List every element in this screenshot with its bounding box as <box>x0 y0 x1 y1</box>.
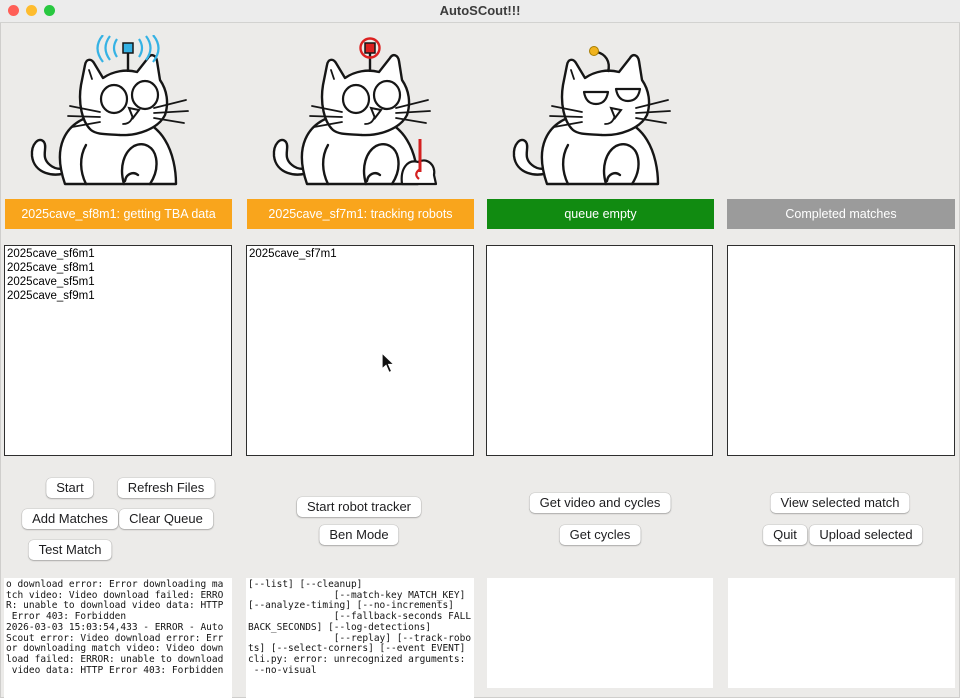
cat-tracker-sprite <box>272 37 438 186</box>
quit-button[interactable]: Quit <box>763 525 807 545</box>
files-listbox[interactable]: 2025cave_sf6m1 2025cave_sf8m1 2025cave_s… <box>4 245 232 456</box>
mouse-cursor <box>381 352 396 374</box>
completed-log[interactable] <box>728 578 955 688</box>
list-item[interactable]: 2025cave_sf5m1 <box>7 275 231 289</box>
tracker-log[interactable]: [--list] [--cleanup] [--match-key MATCH_… <box>246 578 474 698</box>
minimize-button[interactable] <box>26 5 37 16</box>
queue-log[interactable] <box>487 578 713 688</box>
status-bar-completed: Completed matches <box>727 199 955 229</box>
view-selected-match-button[interactable]: View selected match <box>770 493 910 513</box>
downloader-log[interactable]: o download error: Error downloading ma t… <box>4 578 232 698</box>
list-item[interactable]: 2025cave_sf9m1 <box>7 289 231 303</box>
start-robot-tracker-button[interactable]: Start robot tracker <box>296 497 422 517</box>
test-match-button[interactable]: Test Match <box>28 540 112 560</box>
status-bar-queue: queue empty <box>487 199 714 229</box>
list-item[interactable]: 2025cave_sf8m1 <box>7 261 231 275</box>
get-video-and-cycles-button[interactable]: Get video and cycles <box>529 493 671 513</box>
completed-listbox[interactable] <box>727 245 955 456</box>
clear-queue-button[interactable]: Clear Queue <box>119 509 213 529</box>
zoom-button[interactable] <box>44 5 55 16</box>
antenna-tip-icon <box>122 42 134 54</box>
downloader-log-text: o download error: Error downloading ma t… <box>6 579 224 676</box>
list-item[interactable]: 2025cave_sf7m1 <box>249 247 473 261</box>
get-cycles-button[interactable]: Get cycles <box>559 525 641 545</box>
tracking-listbox[interactable]: 2025cave_sf7m1 <box>246 245 474 456</box>
upload-selected-button[interactable]: Upload selected <box>809 525 923 545</box>
add-matches-button[interactable]: Add Matches <box>22 509 118 529</box>
antenna-tip-icon <box>364 42 376 54</box>
refresh-files-button[interactable]: Refresh Files <box>117 478 215 498</box>
bent-antenna-icon <box>596 50 610 73</box>
list-item[interactable]: 2025cave_sf6m1 <box>7 247 231 261</box>
ben-mode-button[interactable]: Ben Mode <box>319 525 399 545</box>
autoscout-window: AutoSCout!!! 2025cave_sf8m1: getting TBA… <box>0 0 960 698</box>
cat-downloader-sprite <box>30 35 189 186</box>
status-bar-tracker: 2025cave_sf7m1: tracking robots <box>247 199 474 229</box>
queue-listbox[interactable] <box>486 245 713 456</box>
tracker-log-text: [--list] [--cleanup] [--match-key MATCH_… <box>248 579 472 676</box>
status-bar-tba: 2025cave_sf8m1: getting TBA data <box>5 199 232 229</box>
cat-queue-sprite <box>512 46 671 186</box>
start-button[interactable]: Start <box>46 478 94 498</box>
window-titlebar: AutoSCout!!! <box>0 0 960 23</box>
window-title: AutoSCout!!! <box>439 3 521 18</box>
close-button[interactable] <box>8 5 19 16</box>
antenna-tip-icon <box>589 46 599 56</box>
